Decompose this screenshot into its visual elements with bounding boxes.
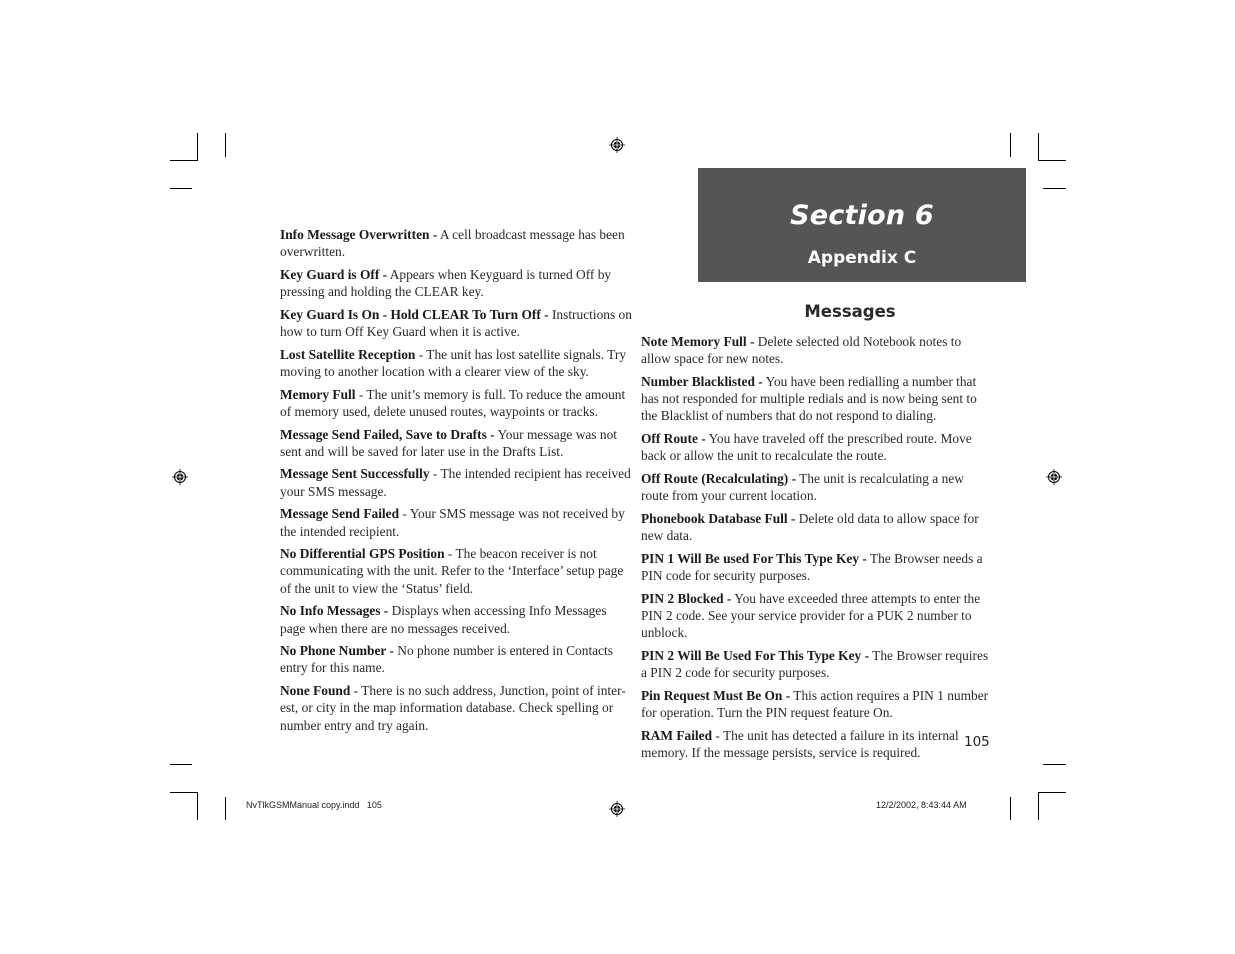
message-term: Message Send Failed: [280, 506, 400, 522]
message-entry: PIN 1 Will Be used For This Type Key - T…: [641, 550, 991, 584]
message-term: Message Send Failed, Save to Drafts -: [280, 426, 495, 442]
message-entry: Off Route (Recalculating) - The unit is …: [641, 470, 991, 504]
crop-mark: [1038, 792, 1039, 820]
left-column: Info Message Overwritten - A cell broadc…: [280, 226, 632, 739]
section-header: Section 6 Appendix C: [698, 168, 1026, 282]
message-entry: Message Send Failed, Save to Drafts - Yo…: [280, 426, 632, 460]
crop-mark: [170, 188, 192, 189]
crop-mark: [225, 797, 226, 820]
message-entry: Note Memory Full - Delete selected old N…: [641, 333, 991, 367]
message-entry: Memory Full - The unit’s memory is full.…: [280, 386, 632, 420]
registration-mark-icon: [1046, 469, 1062, 485]
crop-mark: [197, 133, 198, 161]
message-entry: Off Route - You have traveled off the pr…: [641, 430, 991, 464]
crop-mark: [170, 792, 198, 793]
message-term: Off Route -: [641, 431, 706, 447]
message-term: Info Message Overwritten -: [280, 227, 438, 242]
crop-mark: [1010, 797, 1011, 820]
message-entry: Key Guard is Off - Appears when Keyguard…: [280, 266, 632, 300]
message-term: Phonebook Database Full -: [641, 510, 796, 526]
message-term: RAM Failed: [641, 727, 713, 743]
message-entry: PIN 2 Blocked - You have exceeded three …: [641, 590, 991, 642]
crop-mark: [170, 160, 198, 161]
message-entry: No Info Messages - Displays when accessi…: [280, 602, 632, 636]
message-term: Note Memory Full -: [641, 334, 755, 349]
message-entry: Lost Satellite Reception - The unit has …: [280, 346, 632, 380]
registration-mark-icon: [609, 801, 625, 817]
message-entry: Number Blacklisted - You have been redia…: [641, 373, 991, 425]
crop-mark: [1038, 792, 1066, 793]
crop-mark: [1038, 160, 1066, 161]
crop-mark: [1043, 188, 1066, 189]
crop-mark: [197, 792, 198, 820]
right-column: Note Memory Full - Delete selected old N…: [641, 333, 991, 766]
message-term: Number Blacklisted -: [641, 373, 763, 389]
message-term: No Differential GPS Position: [280, 546, 445, 562]
message-entry: Pin Request Must Be On - This action req…: [641, 687, 991, 721]
crop-mark: [1043, 764, 1066, 765]
message-entry: Phonebook Database Full - Delete old dat…: [641, 510, 991, 544]
section-subtitle: Appendix C: [807, 248, 917, 268]
message-term: PIN 2 Will Be Used For This Type Key -: [641, 647, 870, 663]
message-term: Key Guard Is On - Hold CLEAR To Turn Off…: [280, 306, 549, 322]
message-term: PIN 2 Blocked -: [641, 590, 732, 606]
crop-mark: [1038, 133, 1039, 161]
registration-mark-icon: [172, 469, 188, 485]
message-term: No Phone Number -: [280, 643, 394, 659]
message-entry: No Phone Number - No phone number is ent…: [280, 642, 632, 676]
crop-mark: [170, 764, 192, 765]
messages-heading: Messages: [804, 302, 896, 321]
message-term: Message Sent Successfully: [280, 466, 430, 482]
message-term: Lost Satellite Reception: [280, 346, 416, 362]
message-term: Memory Full: [280, 386, 356, 402]
message-entry: PIN 2 Will Be Used For This Type Key - T…: [641, 647, 991, 681]
message-entry: RAM Failed - The unit has detected a fai…: [641, 727, 991, 761]
message-entry: Key Guard Is On - Hold CLEAR To Turn Off…: [280, 306, 632, 340]
message-term: Pin Request Must Be On -: [641, 687, 791, 703]
message-entry: Message Sent Successfully - The intended…: [280, 465, 632, 499]
message-term: PIN 1 Will Be used For This Type Key -: [641, 550, 867, 566]
message-term: No Info Messages -: [280, 603, 389, 619]
registration-mark-icon: [609, 137, 625, 153]
page-number: 105: [964, 734, 990, 750]
crop-mark: [225, 133, 226, 157]
crop-mark: [1010, 133, 1011, 157]
message-entry: Info Message Overwritten - A cell broadc…: [280, 226, 632, 260]
message-term: Key Guard is Off -: [280, 266, 388, 282]
message-term: Off Route (Recalculating) -: [641, 470, 797, 486]
message-term: None Found: [280, 683, 351, 699]
slug-timestamp: 12/2/2002, 8:43:44 AM: [876, 800, 967, 810]
section-title: Section 6: [790, 200, 934, 231]
message-entry: No Differential GPS Position - The beaco…: [280, 545, 632, 597]
slug-filename: NvTlkGSMManual copy.indd 105: [246, 800, 382, 810]
message-entry: Message Send Failed - Your SMS message w…: [280, 505, 632, 539]
message-entry: None Found - There is no such address, J…: [280, 682, 632, 734]
